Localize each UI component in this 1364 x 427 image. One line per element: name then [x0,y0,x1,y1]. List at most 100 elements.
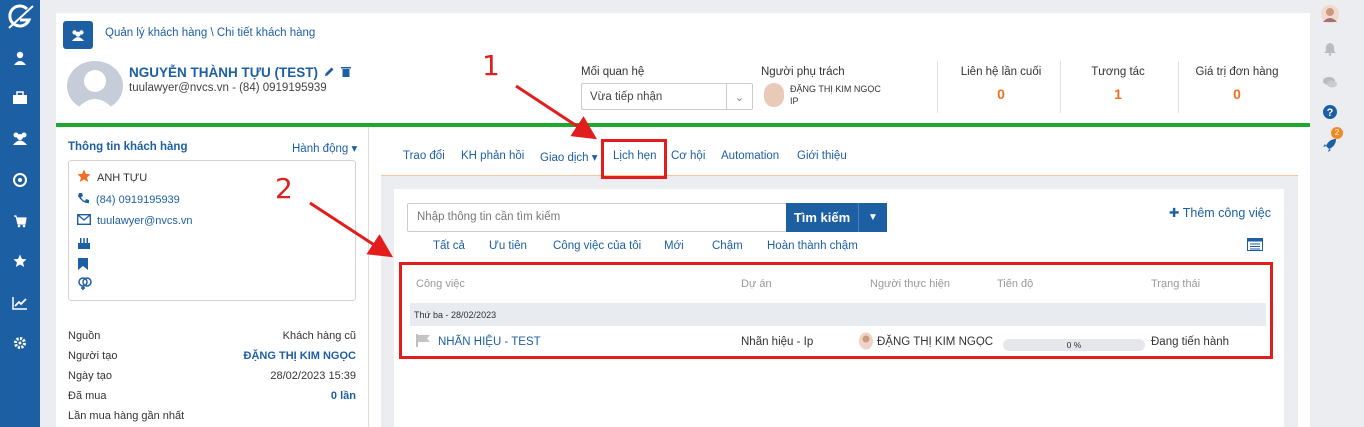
plus-icon: ✚ [1169,206,1180,220]
help-icon[interactable]: ? [1318,100,1342,124]
star-icon[interactable] [0,246,40,276]
user-avatar[interactable] [1318,2,1342,26]
email[interactable]: tuulawyer@nvcs.vn [97,215,193,227]
search-button[interactable]: Tìm kiếm ▼ [786,203,887,232]
field-created-date: Ngày tạo 28/02/2023 15:39 [68,370,356,382]
add-task-button[interactable]: ✚ Thêm công việc [1169,205,1271,220]
filter-late[interactable]: Chậm [712,240,743,252]
envelope-icon [76,213,92,228]
tab-trao-doi[interactable]: Trao đổi [403,150,445,162]
annotation-number-2: 2 [275,172,293,205]
birthday-cake-icon [77,236,91,250]
caret-down-icon[interactable]: ▼ [858,203,887,232]
stat-value: 0 [1233,86,1241,102]
users-icon[interactable] [0,123,40,153]
field-source: Nguồn Khách hàng cũ [68,330,356,342]
star-icon [77,169,91,186]
customer-header: Quản lý khách hàng \ Chi tiết khách hàng… [56,13,1310,126]
stat-order-value: Giá trị đơn hàng 0 [1187,66,1287,102]
field-label: Đã mua [68,390,107,402]
tab-label: Giao dịch [540,152,589,164]
highlight-box-table [399,262,1273,359]
chat-icon[interactable] [1318,70,1342,94]
relation-label: Mối quan hệ [581,66,645,78]
notification-badge: 2 [1331,127,1343,139]
filter-completed-late[interactable]: Hoàn thành chậm [767,240,858,252]
phone-row[interactable]: (84) 0919195939 [77,192,180,208]
tab-automation[interactable]: Automation [721,150,779,162]
tab-co-hoi[interactable]: Cơ hội [671,150,705,162]
highlight-box-tab [601,139,667,179]
filter-all[interactable]: Tất cả [433,240,465,252]
gear-icon[interactable] [0,328,40,358]
add-task-label: Thêm công việc [1182,206,1271,220]
email-row[interactable]: tuulawyer@nvcs.vn [76,213,193,228]
field-label: Người tạo [68,350,118,362]
filter-new[interactable]: Mới [664,240,684,252]
field-creator: Người tạo ĐẶNG THỊ KIM NGỌC [68,350,356,362]
chevron-down-icon: ⌄ [726,84,752,109]
annotation-number-1: 1 [482,49,500,82]
trash-icon[interactable] [340,65,351,80]
field-label: Nguồn [68,330,101,342]
stat-label: Tương tác [1091,66,1145,78]
tab-giao-dich[interactable]: Giao dịch ▾ [540,150,598,164]
user-icon[interactable] [0,43,40,73]
owner-label: Người phụ trách [761,66,845,78]
briefcase-icon[interactable] [0,83,40,113]
customers-icon[interactable] [63,21,93,49]
divider [1178,61,1179,113]
field-value: 28/02/2023 15:39 [270,370,356,382]
svg-text:?: ? [1327,107,1334,119]
stat-value: 1 [1114,86,1122,102]
field-value: 0 lần [330,390,356,402]
filter-priority[interactable]: Ưu tiên [489,240,527,252]
relation-select[interactable]: Vừa tiếp nhận ⌄ [581,83,753,110]
phone[interactable]: (84) 0919195939 [96,194,180,206]
phone-icon [77,192,90,208]
owner: ĐẶNG THỊ KIM NGỌC IP [764,83,881,107]
stat-label: Liên hệ lần cuối [960,66,1042,78]
action-dropdown[interactable]: Hành động ▾ [292,141,357,155]
field-last-purchase: Lần mua hàng gần nhất [68,410,356,422]
owner-avatar [764,83,784,107]
tab-kh-phan-hoi[interactable]: KH phản hồi [461,150,524,162]
field-label: Lần mua hàng gần nhất [68,410,185,422]
sidebar-title: Thông tin khách hàng [68,141,188,153]
customer-name-text: NGUYỄN THÀNH TỰU (TEST) [129,65,318,80]
stat-last-contact: Liên hệ lần cuối 0 [951,66,1051,102]
customer-name: NGUYỄN THÀNH TỰU (TEST) [129,65,351,80]
main-panel: Quản lý khách hàng \ Chi tiết khách hàng… [56,13,1310,427]
right-toolbar: ? 2 [1310,0,1364,427]
info-box: ANH TỰU (84) 0919195939 tuulawyer@nvcs.v… [68,160,356,301]
bookmark-icon [77,257,89,271]
tab-gioi-thieu[interactable]: Giới thiệu [797,150,847,162]
field-value[interactable]: ĐẶNG THỊ KIM NGỌC [244,350,356,362]
app-logo-icon[interactable] [2,2,38,34]
stat-label: Giá trị đơn hàng [1195,66,1279,78]
bell-icon[interactable] [1318,37,1342,61]
alias: ANH TỰU [97,171,148,184]
customer-avatar [67,61,123,111]
pencil-icon[interactable] [324,65,335,80]
action-label: Hành động [292,143,349,155]
search-input[interactable]: Nhập thông tin cần tìm kiếm [407,203,787,232]
customer-info-sidebar: Thông tin khách hàng Hành động ▾ ANH TỰU… [56,127,369,427]
left-sidebar-nav [0,0,40,427]
filter-my-tasks[interactable]: Công việc của tôi [553,240,641,252]
cart-icon[interactable] [0,206,40,236]
target-icon[interactable] [0,165,40,195]
chart-line-icon[interactable] [0,288,40,318]
field-purchased: Đã mua 0 lần [68,390,356,402]
list-view-icon[interactable] [1247,238,1263,254]
stat-value: 0 [997,86,1005,102]
stat-interactions: Tương tác 1 [1068,66,1168,102]
search-button-label: Tìm kiếm [793,210,851,225]
rocket-icon[interactable]: 2 [1318,127,1343,157]
relation-value: Vừa tiếp nhận [590,90,663,103]
breadcrumb[interactable]: Quản lý khách hàng \ Chi tiết khách hàng [105,27,315,39]
gender-icon [77,276,93,290]
field-value: Khách hàng cũ [282,330,356,342]
tab-bar: Trao đổi KH phản hồi Giao dịch ▾ Lịch hẹ… [381,127,1298,176]
alias-row: ANH TỰU [77,169,147,186]
